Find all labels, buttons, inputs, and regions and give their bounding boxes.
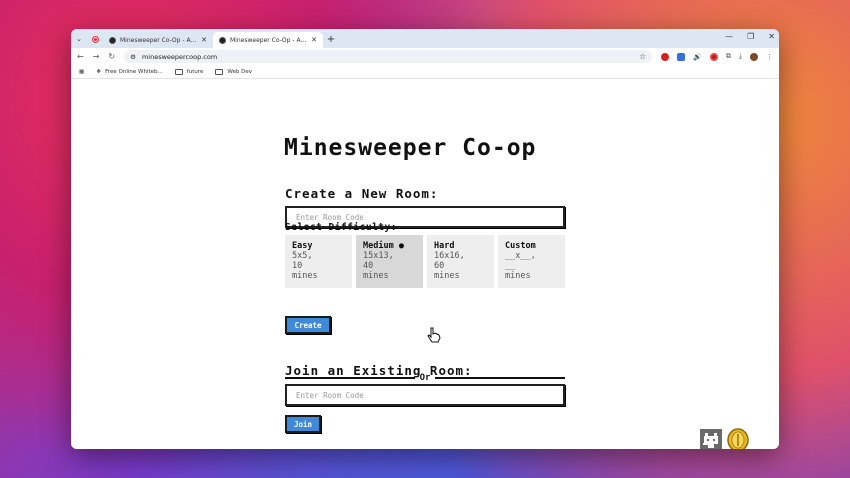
site-info-icon[interactable]: ⚙ (130, 53, 136, 61)
extensions-area: 🔊 ⧉ ⤓ ⋮ (661, 52, 773, 61)
join-button[interactable]: Join (285, 415, 321, 433)
hand-pointer-cursor-icon (427, 327, 441, 347)
bookmarks-bar: ▦ ❖ Free Online Whiteb... future Web Dev (71, 65, 779, 79)
difficulty-mines-label: mines (363, 271, 389, 281)
difficulty-name: Hard (434, 241, 455, 251)
join-room-code-input[interactable]: Enter Room Code (285, 384, 565, 406)
difficulty-medium[interactable]: Medium ● 15x13, 40 mines (356, 235, 423, 288)
folder-icon (174, 68, 183, 75)
tab-search-icon[interactable]: ⌄ (71, 31, 87, 47)
difficulty-name: Easy (292, 241, 313, 251)
difficulty-mines-label: mines (505, 271, 531, 281)
tab-close-icon[interactable]: ✕ (311, 36, 317, 44)
window-controls: — ❐ ✕ (725, 32, 775, 41)
tab-title: Minesweeper Co-Op - An Onlin (230, 36, 307, 44)
bookmark-label: Free Online Whiteb... (105, 68, 163, 75)
difficulty-mines-count: 10 (292, 261, 303, 271)
page-content: Minesweeper Co-op Create a New Room: Ent… (71, 79, 779, 449)
difficulty-size: 15x13, (363, 251, 394, 261)
minimize-icon[interactable]: — (725, 32, 733, 41)
tab-1[interactable]: Minesweeper Co-Op - An Onlin ✕ (103, 32, 213, 48)
profile-avatar[interactable] (750, 52, 758, 61)
difficulty-mines-label: mines (434, 271, 460, 281)
bookmark-label: future (186, 68, 204, 75)
new-tab-icon[interactable]: + (323, 31, 339, 47)
menu-kebab-icon[interactable]: ⋮ (766, 53, 773, 61)
difficulty-hard[interactable]: Hard 16x16, 60 mines (427, 235, 494, 288)
page-title: Minesweeper Co-op (284, 135, 537, 161)
back-icon[interactable]: ← (77, 52, 84, 61)
difficulty-custom[interactable]: Custom __x__, __ mines (498, 235, 565, 288)
difficulty-label: Select Difficulty: (285, 222, 397, 233)
bookmark-future[interactable]: future (174, 68, 204, 75)
difficulty-mines-count: 40 (363, 261, 374, 271)
bookmark-label: Web Dev (227, 68, 252, 75)
difficulty-options: Easy 5x5, 10 mines Medium ● 15x13, 40 mi… (285, 235, 565, 288)
github-icon[interactable] (700, 429, 722, 449)
tab-2[interactable]: Minesweeper Co-Op - An Onlin ✕ (213, 32, 323, 48)
audio-extension-icon[interactable]: 🔊 (693, 53, 702, 61)
bookmark-star-icon[interactable]: ☆ (639, 52, 646, 61)
recording-tab[interactable] (87, 31, 103, 47)
opera-extension-icon[interactable] (661, 52, 670, 61)
download-icon[interactable]: ⤓ (739, 52, 742, 61)
url-text: minesweepercoop.com (141, 52, 218, 61)
record-icon (91, 35, 99, 43)
difficulty-mines-count: __ (505, 261, 516, 271)
difficulty-easy[interactable]: Easy 5x5, 10 mines (285, 235, 352, 288)
forward-icon[interactable]: → (93, 52, 100, 61)
difficulty-name: Custom (505, 241, 536, 251)
tab-title: Minesweeper Co-Op - An Onlin (120, 36, 197, 44)
create-button[interactable]: Create (285, 316, 331, 334)
difficulty-mines-label: mines (292, 271, 318, 281)
difficulty-mines-count: 60 (434, 261, 445, 271)
site-favicon-icon (219, 36, 226, 44)
reload-icon[interactable]: ↻ (108, 52, 115, 61)
apps-grid-icon[interactable]: ▦ (79, 69, 84, 75)
whiteboard-icon: ❖ (96, 68, 102, 75)
bookmark-web-dev[interactable]: Web Dev (215, 68, 252, 75)
close-window-icon[interactable]: ✕ (768, 32, 775, 41)
difficulty-size: 5x5, (292, 251, 313, 261)
difficulty-name: Medium ● (363, 241, 404, 251)
difficulty-size: __x__, (505, 251, 536, 261)
translate-extension-icon[interactable] (677, 52, 686, 61)
browser-toolbar: ← → ↻ ⚙ minesweepercoop.com ☆ 🔊 ⧉ ⤓ ⋮ (71, 48, 779, 65)
folder-icon (215, 68, 224, 75)
tab-close-icon[interactable]: ✕ (201, 36, 207, 44)
restore-icon[interactable]: ❐ (747, 32, 754, 41)
tab-strip: ⌄ Minesweeper Co-Op - An Onlin ✕ Mineswe… (71, 29, 779, 48)
browser-window: ⌄ Minesweeper Co-Op - An Onlin ✕ Mineswe… (71, 29, 779, 449)
bookmark-whiteboard[interactable]: ❖ Free Online Whiteb... (96, 69, 163, 75)
coin-donate-icon[interactable] (727, 428, 749, 449)
create-room-heading: Create a New Room: (285, 186, 439, 201)
record-extension-icon[interactable] (709, 52, 718, 61)
extensions-puzzle-icon[interactable]: ⧉ (726, 52, 731, 61)
site-favicon-icon (109, 36, 116, 44)
join-room-heading: Join an Existing Room: (285, 363, 473, 378)
difficulty-size: 16x16, (434, 251, 465, 261)
address-bar[interactable]: ⚙ minesweepercoop.com ☆ (124, 50, 653, 63)
